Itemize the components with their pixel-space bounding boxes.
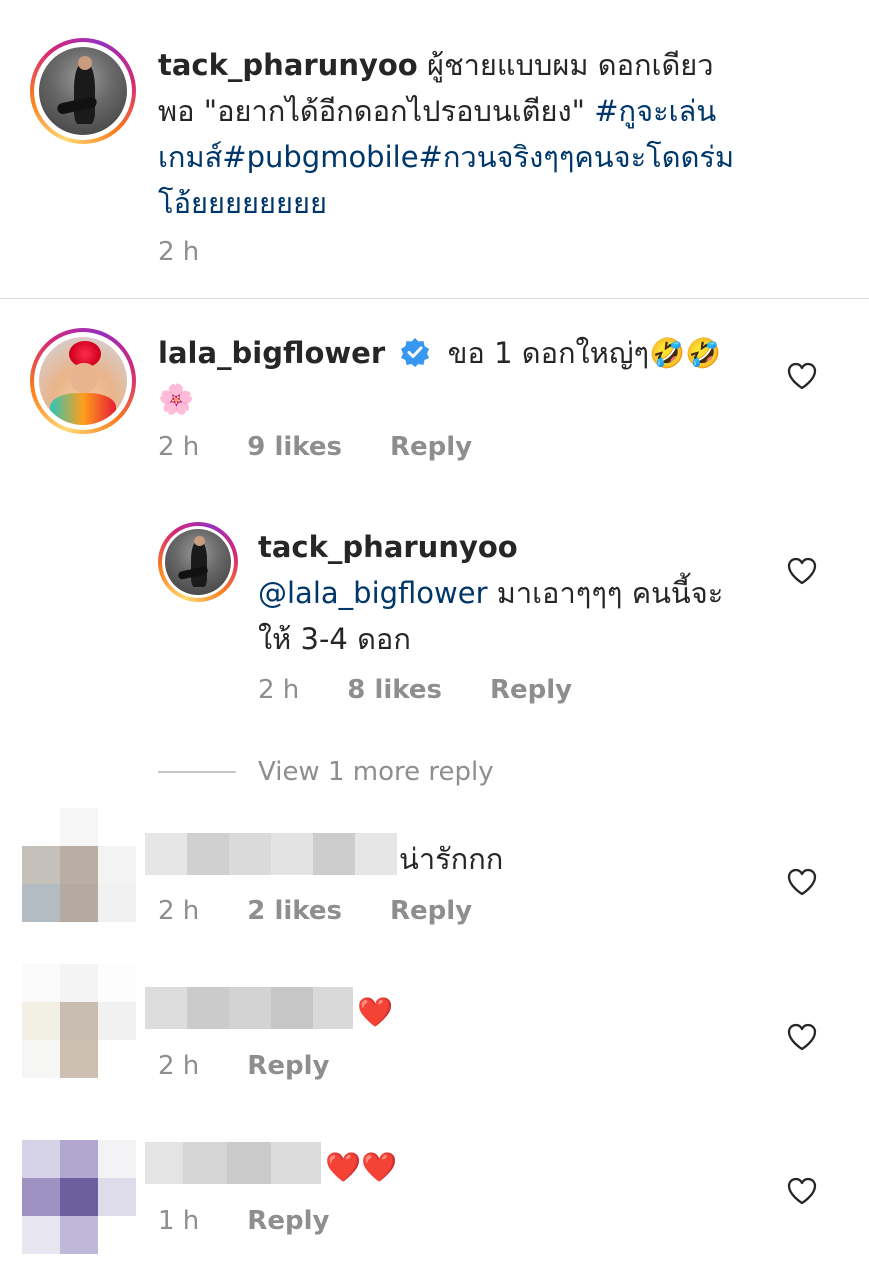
comment-time: 2 h [158, 1051, 200, 1081]
caption-text: tack_pharunyoo ผู้ชายแบบผม ดอกเดียว พอ "… [158, 42, 808, 226]
reply-username[interactable]: tack_pharunyoo [258, 530, 518, 564]
hashtag-link-1[interactable]: #กูจะเล่น [594, 94, 716, 128]
reply-button[interactable]: Reply [390, 896, 472, 926]
comment-avatar[interactable] [22, 808, 136, 922]
laughing-emoji-icon: 🤣🤣 [649, 336, 722, 370]
reply-body: tack_pharunyoo @lala_bigflower มาเอาๆๆๆ … [258, 524, 778, 662]
comment-time: 2 h [158, 432, 200, 462]
caption-username[interactable]: tack_pharunyoo [158, 48, 418, 82]
view-more-replies-button[interactable]: View 1 more reply [258, 757, 494, 787]
hashtag-link-3[interactable]: โอ้ยยยยยยยย [158, 186, 327, 220]
caption-text-part2: พอ "อยากได้อีกดอกไปรอบนเตียง" [158, 94, 595, 128]
flower-emoji-icon: 🌸 [158, 382, 195, 416]
comment-time: 1 h [158, 1206, 200, 1236]
reply-avatar[interactable] [158, 522, 238, 602]
reply-button[interactable]: Reply [247, 1206, 329, 1236]
like-heart-icon[interactable] [787, 557, 817, 585]
caption-divider [0, 298, 869, 299]
like-heart-icon[interactable] [787, 1177, 817, 1205]
reply-meta: 2 h 8 likes Reply [258, 675, 572, 705]
like-heart-icon[interactable] [787, 362, 817, 390]
comment-body: lala_bigflower ขอ 1 ดอกใหญ่ๆ🤣🤣 🌸 [158, 330, 758, 422]
caption-avatar[interactable] [30, 38, 136, 144]
comment-avatar[interactable] [30, 328, 136, 434]
comment-username[interactable]: lala_bigflower [158, 336, 385, 370]
reply-button[interactable]: Reply [490, 675, 572, 705]
reply-button[interactable]: Reply [390, 432, 472, 462]
comment-meta: 2 h 2 likes Reply [158, 896, 472, 926]
censored-username[interactable] [145, 987, 353, 1029]
hashtag-link-2[interactable]: เกมส์#pubgmobile#กวนจริงๆๆคนจะโดดร่ม [158, 140, 734, 174]
censored-username[interactable] [145, 833, 397, 875]
like-heart-icon[interactable] [787, 868, 817, 896]
reply-text-part2: ให้ 3-4 ดอก [258, 622, 411, 656]
comment-meta: 1 h Reply [158, 1206, 329, 1236]
comment-avatar[interactable] [22, 1140, 136, 1254]
comment-time: 2 h [158, 896, 200, 926]
view-more-replies-line [158, 771, 236, 773]
reply-time: 2 h [258, 675, 300, 705]
reply-button[interactable]: Reply [247, 1051, 329, 1081]
heart-emoji-icon: ❤️❤️ [325, 1150, 398, 1184]
heart-emoji-icon: ❤️ [357, 995, 394, 1029]
reply-text-part1: มาเอาๆๆๆ คนนี้จะ [487, 576, 724, 610]
comment-likes[interactable]: 2 likes [247, 896, 342, 926]
verified-badge-icon [400, 334, 430, 367]
comment-text: น่ารักกก [399, 842, 504, 876]
like-heart-icon[interactable] [787, 1023, 817, 1051]
comment-meta: 2 h Reply [158, 1051, 329, 1081]
mention-link[interactable]: @lala_bigflower [258, 576, 488, 610]
reply-likes[interactable]: 8 likes [347, 675, 442, 705]
caption-time: 2 h [158, 237, 200, 267]
caption-text-part1: ผู้ชายแบบผม ดอกเดียว [426, 48, 714, 82]
censored-username[interactable] [145, 1142, 321, 1184]
comment-meta: 2 h 9 likes Reply [158, 432, 472, 462]
comment-avatar[interactable] [22, 964, 136, 1078]
comment-likes[interactable]: 9 likes [247, 432, 342, 462]
comment-text: ขอ 1 ดอกใหญ่ๆ [447, 336, 650, 370]
